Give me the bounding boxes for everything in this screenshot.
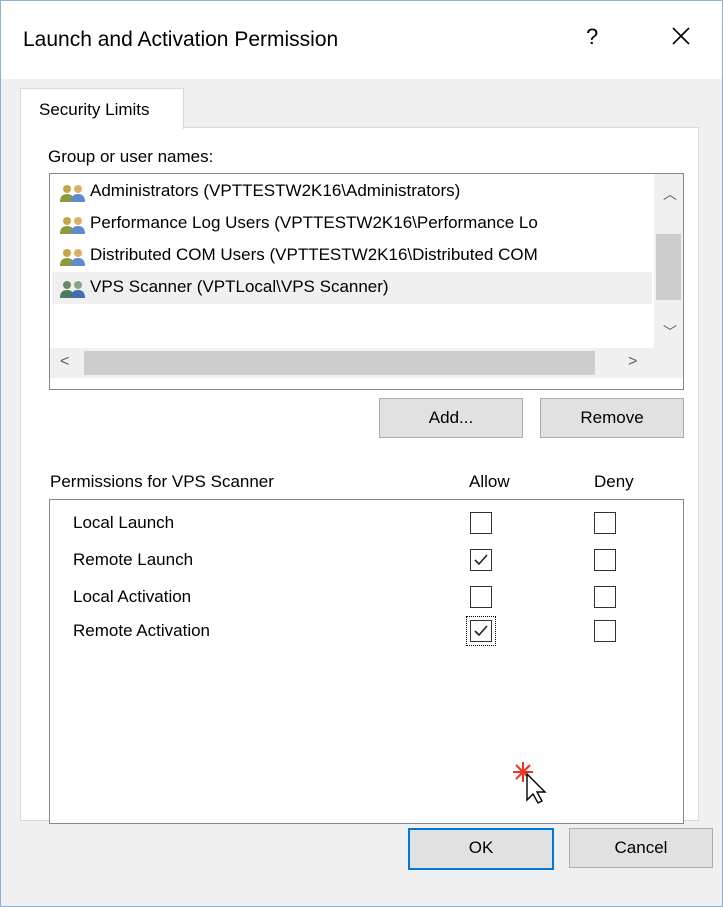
- permission-dialog: Launch and Activation Permission ? Secur…: [0, 0, 723, 907]
- list-item[interactable]: Performance Log Users (VPTTESTW2K16\Perf…: [52, 208, 652, 240]
- user-name: Administrators (VPTTESTW2K16\Administrat…: [90, 181, 461, 200]
- permission-row: Local Launch: [50, 505, 680, 541]
- add-button[interactable]: Add...: [379, 398, 523, 438]
- list-item-selected[interactable]: VPS Scanner (VPTLocal\VPS Scanner): [52, 272, 652, 304]
- horizontal-scrollbar[interactable]: < >: [50, 348, 654, 378]
- scroll-down-icon[interactable]: ﹀: [663, 322, 677, 342]
- users-group-icon: [60, 249, 85, 266]
- permission-label: Remote Launch: [73, 550, 194, 569]
- allow-checkbox[interactable]: [470, 512, 492, 534]
- checkmark-icon: [474, 554, 488, 566]
- user-name: Performance Log Users (VPTTESTW2K16\Perf…: [90, 213, 538, 232]
- horizontal-scroll-thumb[interactable]: [84, 351, 595, 375]
- scroll-up-icon[interactable]: ︿: [663, 184, 677, 204]
- deny-checkbox[interactable]: [594, 512, 616, 534]
- ok-button[interactable]: OK: [408, 828, 554, 870]
- checkmark-icon: [474, 625, 488, 637]
- tab-label: Security Limits: [39, 100, 150, 119]
- tab-security-limits[interactable]: Security Limits: [20, 88, 184, 129]
- list-item[interactable]: Distributed COM Users (VPTTESTW2K16\Dist…: [52, 240, 652, 272]
- permission-row: Remote Launch: [50, 542, 680, 578]
- cancel-button[interactable]: Cancel: [569, 828, 713, 868]
- permission-row: Local Activation: [50, 579, 680, 615]
- user-name: Distributed COM Users (VPTTESTW2K16\Dist…: [90, 245, 538, 264]
- close-button[interactable]: [666, 21, 696, 51]
- deny-header: Deny: [594, 472, 634, 491]
- allow-header: Allow: [469, 472, 510, 491]
- user-name: VPS Scanner (VPTLocal\VPS Scanner): [90, 277, 389, 296]
- allow-checkbox[interactable]: [470, 586, 492, 608]
- permission-label: Local Launch: [73, 513, 175, 532]
- permission-label: Remote Activation: [73, 621, 211, 640]
- close-icon: [672, 27, 690, 45]
- title-bar: Launch and Activation Permission ?: [1, 1, 722, 79]
- user-list[interactable]: Administrators (VPTTESTW2K16\Administrat…: [49, 173, 684, 390]
- vertical-scroll-thumb[interactable]: [656, 234, 681, 300]
- remove-button[interactable]: Remove: [540, 398, 684, 438]
- user-icon: [60, 281, 85, 298]
- window-title: Launch and Activation Permission: [23, 28, 339, 51]
- vertical-scrollbar[interactable]: ︿ ﹀: [654, 174, 683, 348]
- allow-checkbox[interactable]: [470, 549, 492, 571]
- users-group-icon: [60, 217, 85, 234]
- deny-checkbox[interactable]: [594, 586, 616, 608]
- permissions-list: Local Launch Remote Launch Local Activat…: [49, 499, 684, 824]
- permission-label: Local Activation: [73, 587, 192, 606]
- list-item[interactable]: Administrators (VPTTESTW2K16\Administrat…: [52, 176, 652, 208]
- tab-panel: Group or user names: Administrators (VPT…: [20, 127, 699, 824]
- deny-checkbox[interactable]: [594, 620, 616, 642]
- scroll-corner: [654, 348, 683, 378]
- help-button[interactable]: ?: [586, 24, 598, 50]
- permissions-title: Permissions for VPS Scanner: [50, 472, 274, 491]
- scroll-right-icon[interactable]: >: [628, 353, 637, 371]
- mouse-cursor-icon: [513, 762, 547, 804]
- users-label: Group or user names:: [48, 147, 214, 166]
- deny-checkbox[interactable]: [594, 549, 616, 571]
- permission-row: Remote Activation: [50, 613, 680, 649]
- allow-checkbox[interactable]: [470, 620, 492, 642]
- scroll-left-icon[interactable]: <: [60, 353, 69, 371]
- dialog-body: Security Limits Group or user names: Adm…: [1, 79, 722, 906]
- users-group-icon: [60, 185, 85, 202]
